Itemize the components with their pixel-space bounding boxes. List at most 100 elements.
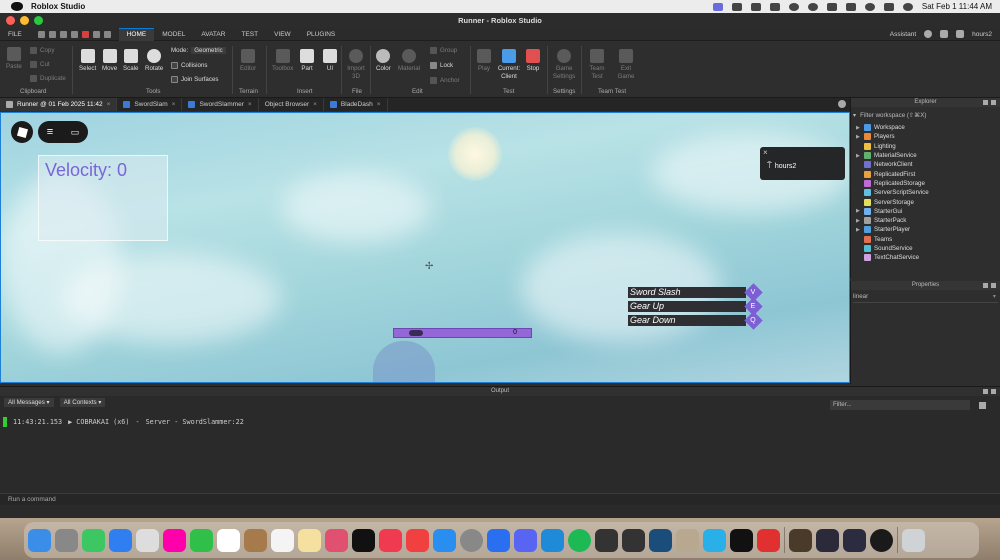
minecraft-icon[interactable] (676, 528, 699, 552)
menubar-clock[interactable]: Sat Feb 1 11:44 AM (922, 2, 992, 11)
minimize-window-icon[interactable] (20, 16, 29, 25)
music-icon[interactable] (379, 528, 402, 552)
discord-icon[interactable] (514, 528, 537, 552)
explorer-item-starterplayer[interactable]: ▶ StarterPlayer (851, 225, 1000, 234)
quick-stop-icon[interactable] (81, 30, 89, 38)
game-topbar-menu[interactable]: ≡ ▭ (38, 121, 88, 143)
finder-icon[interactable] (28, 528, 51, 552)
notes-icon[interactable] (298, 528, 321, 552)
color-button[interactable]: Color (376, 49, 391, 73)
menubar-app-name[interactable]: Roblox Studio (31, 2, 85, 11)
zoom-window-icon[interactable] (34, 16, 43, 25)
mail-icon[interactable] (109, 528, 132, 552)
user-account-button[interactable]: hours2 (972, 31, 992, 38)
recent-app-icon[interactable] (816, 528, 839, 552)
move-tool-button[interactable]: Move (102, 49, 117, 73)
gamepad-icon[interactable] (750, 2, 761, 11)
hamburger-icon[interactable]: ≡ (47, 126, 53, 138)
explorer-item-teams[interactable]: Teams (851, 235, 1000, 244)
command-bar[interactable]: Run a command (0, 493, 1000, 505)
battery-icon[interactable] (826, 2, 837, 11)
close-panel-icon[interactable] (991, 100, 996, 105)
explorer-item-replicatedstorage[interactable]: ReplicatedStorage (851, 179, 1000, 188)
tab-view[interactable]: VIEW (266, 28, 299, 41)
join-surfaces-checkbox[interactable] (171, 76, 178, 83)
headphones-icon[interactable] (788, 2, 799, 11)
settings-gear-icon[interactable] (838, 100, 846, 108)
help-icon[interactable] (924, 30, 933, 38)
team-test-button[interactable]: Team Test (587, 49, 607, 81)
close-tab-icon[interactable]: × (172, 101, 176, 108)
play-icon[interactable] (807, 2, 818, 11)
collisions-checkbox[interactable] (171, 62, 178, 69)
search-icon[interactable] (864, 2, 875, 11)
toolbox-button[interactable]: Toolbox (272, 49, 293, 73)
chevron-down-icon[interactable]: ▾ (993, 293, 996, 300)
calendar-icon[interactable] (217, 528, 240, 552)
freeform-icon[interactable] (325, 528, 348, 552)
recent-app-icon[interactable] (789, 528, 812, 552)
roblox-studio-icon[interactable] (703, 528, 726, 552)
close-window-icon[interactable] (6, 16, 15, 25)
trash-icon[interactable] (902, 528, 925, 552)
rotate-tool-button[interactable]: Rotate (145, 49, 163, 73)
explorer-item-lighting[interactable]: Lighting (851, 142, 1000, 151)
roblox-menu-button[interactable] (11, 121, 33, 143)
safari-alt-icon[interactable] (487, 528, 510, 552)
terrain-editor-button[interactable]: Editor (240, 49, 256, 73)
explorer-item-replicatedfirst[interactable]: ReplicatedFirst (851, 169, 1000, 178)
bluetooth-icon[interactable] (769, 2, 780, 11)
contexts-filter-dropdown[interactable]: All Contexts ▾ (59, 398, 106, 407)
expand-arrow-icon[interactable]: ▶ (856, 218, 861, 224)
duplicate-button[interactable]: Duplicate (30, 75, 66, 82)
save-icon[interactable] (59, 30, 67, 38)
system-settings-icon[interactable] (460, 528, 483, 552)
jetbrains-icon[interactable] (730, 528, 753, 552)
tv-icon[interactable] (352, 528, 375, 552)
explorer-item-soundservice[interactable]: SoundService (851, 244, 1000, 253)
roblox-icon[interactable] (757, 528, 780, 552)
output-context[interactable]: Server - SwordSlammer:22 (146, 418, 244, 426)
messages-icon[interactable] (82, 528, 105, 552)
notes-app-icon[interactable] (244, 528, 267, 552)
messages-filter-dropdown[interactable]: All Messages ▾ (4, 398, 54, 407)
undock-icon[interactable] (983, 389, 988, 394)
skill-gear-down[interactable]: Gear Down Q (628, 311, 763, 330)
skill-gear-up[interactable]: Gear Up E (628, 297, 763, 316)
cloud-icon[interactable] (940, 30, 949, 38)
explorer-item-serverscriptservice[interactable]: ServerScriptService (851, 188, 1000, 197)
explorer-item-networkclient[interactable]: NetworkClient (851, 160, 1000, 169)
select-tool-button[interactable]: Select (79, 49, 96, 73)
apple-icon[interactable] (11, 2, 23, 11)
scale-tool-button[interactable]: Scale (123, 49, 138, 73)
close-notification-icon[interactable]: × (763, 148, 768, 157)
import-3d-button[interactable]: Import 3D (346, 49, 366, 81)
exit-game-button[interactable]: Exit Game (616, 49, 636, 81)
news-icon[interactable] (406, 528, 429, 552)
photos-icon[interactable] (163, 528, 186, 552)
output-message[interactable]: ▶ COBRAKAI (x6) (68, 418, 129, 426)
undock-icon[interactable] (983, 100, 988, 105)
explorer-item-textchatservice[interactable]: TextChatService (851, 253, 1000, 262)
tab-home[interactable]: HOME (118, 27, 155, 41)
launchpad-icon[interactable] (55, 528, 78, 552)
obs-icon[interactable] (870, 528, 893, 552)
reminders-icon[interactable] (271, 528, 294, 552)
current-client-button[interactable]: Current: Client (497, 49, 521, 81)
siri-icon[interactable] (902, 2, 913, 11)
explorer-item-workspace[interactable]: ▶ Workspace (851, 123, 1000, 132)
quick-play-icon[interactable] (70, 30, 78, 38)
new-file-icon[interactable] (37, 30, 45, 38)
tab-test[interactable]: TEST (233, 28, 266, 41)
undo-icon[interactable] (92, 30, 100, 38)
close-tab-icon[interactable]: × (107, 101, 111, 108)
terminal-icon[interactable] (622, 528, 645, 552)
screen-record-icon[interactable] (712, 2, 723, 11)
ui-button[interactable]: UI (323, 49, 337, 73)
explorer-item-players[interactable]: ▶ Players (851, 132, 1000, 141)
notes-icon[interactable] (731, 2, 742, 11)
material-button[interactable]: Material (398, 49, 420, 73)
wifi-icon[interactable] (845, 2, 856, 11)
tab-avatar[interactable]: AVATAR (193, 28, 233, 41)
play-button[interactable]: Play (477, 49, 491, 73)
